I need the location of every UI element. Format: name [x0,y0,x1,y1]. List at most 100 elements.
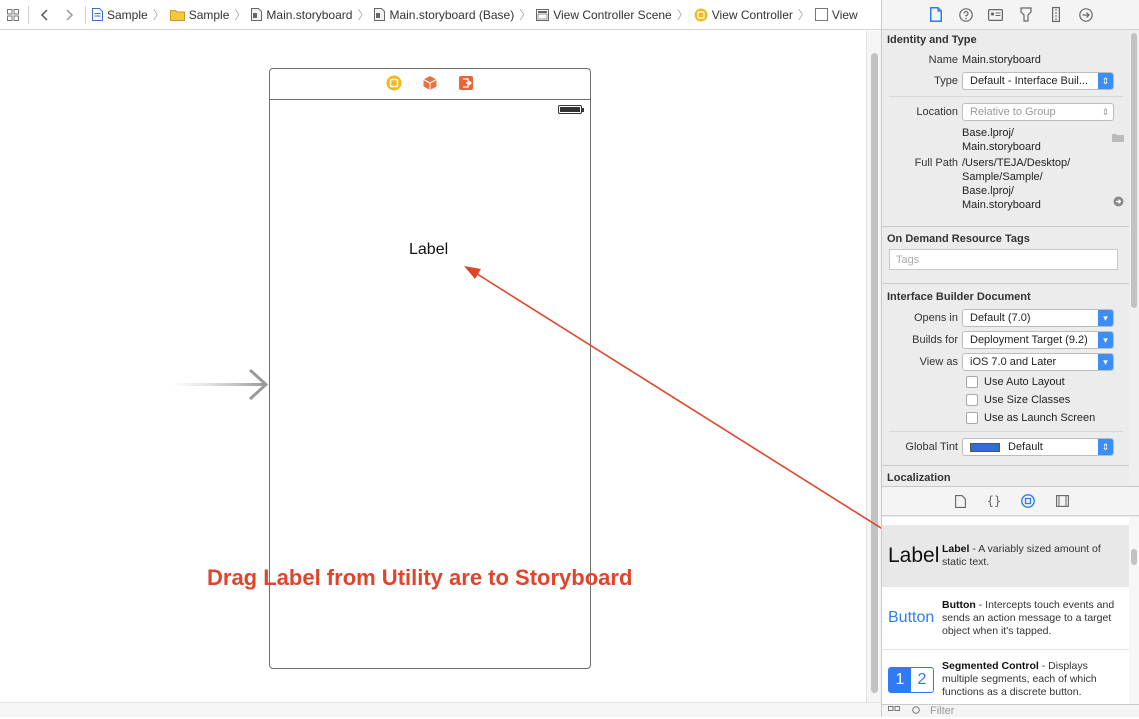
scene-icon [536,8,550,21]
canvas-vertical-scrollbar[interactable] [866,31,881,702]
object-library-list: Label Label - A variably sized amount of… [882,517,1130,704]
library-item-label[interactable]: Label Label - A variably sized amount of… [882,525,1130,587]
field-label: Type [934,75,958,87]
reveal-in-finder-icon[interactable] [1113,196,1124,210]
section-title: Localization [887,472,951,484]
crumb-separator-icon: 〉 [152,8,165,22]
crumb-view[interactable]: View [814,7,858,22]
crumb-label: View [831,7,858,22]
search-icon [912,706,922,719]
crumb-project[interactable]: Sample [92,8,148,22]
name-value[interactable]: Main.storyboard [962,53,1130,67]
divider [85,5,86,24]
utilities-pane: Identity and Type Name Main.storyboard T… [881,0,1139,717]
forward-icon[interactable] [61,6,79,24]
inspector-tabs [882,0,1139,30]
launch-screen-checkbox[interactable]: Use as Launch Screen [882,409,1130,427]
library-item-name: Label [942,542,970,555]
scrollbar-thumb[interactable] [871,53,878,693]
chevron-down-icon: ▾ [1098,310,1113,326]
jump-bar: Sample 〉 Sample 〉 Main.storyboard 〉 Main… [0,0,881,30]
checkbox-box[interactable] [966,412,978,424]
location-path-row: Base.lproj/ Main.storyboard [882,123,1130,154]
scene-label[interactable]: Label [409,241,448,259]
inspector-scrollbar[interactable] [1129,30,1139,485]
name-row: Name Main.storyboard [882,50,1130,70]
library-item-name: Segmented Control [942,660,1039,672]
grid-view-icon[interactable] [888,706,900,719]
filter-input[interactable]: Filter [930,705,954,717]
segment-1: 1 [889,667,911,692]
library-item-button[interactable]: Button Button - Intercepts touch events … [882,587,1130,650]
chevron-down-icon: ▾ [1098,332,1113,348]
location-popup[interactable]: Relative to Group ⇕ [962,103,1114,121]
crumb-folder[interactable]: Sample [169,8,229,22]
chevron-updown-icon: ⇕ [1101,107,1110,117]
crumb-label: View Controller Scene [553,7,672,22]
initial-view-controller-arrow-icon[interactable] [170,368,270,402]
exit-icon[interactable] [458,75,474,94]
divider [28,5,29,24]
opens-in-popup[interactable]: Default (7.0) ▾ [962,309,1114,327]
auto-layout-checkbox[interactable]: Use Auto Layout [882,373,1130,391]
checkbox-box[interactable] [966,376,978,388]
crumb-view-controller[interactable]: View Controller [694,8,793,22]
folder-icon[interactable] [1112,133,1124,145]
identity-inspector-icon[interactable] [987,6,1005,24]
library-item-segmented-control[interactable]: 1 2 Segmented Control - Displays multipl… [882,650,1130,704]
code-snippet-library-icon[interactable]: {} [985,492,1003,510]
fullpath-row: Full Path /Users/TEJA/Desktop/ Sample/Sa… [882,154,1130,212]
file-template-library-icon[interactable] [951,492,969,510]
storyboard-file-icon [251,8,263,21]
folder-icon [169,9,185,21]
crumb-storyboard-base[interactable]: Main.storyboard (Base) [374,8,514,22]
scrollbar-thumb[interactable] [1131,33,1137,308]
back-icon[interactable] [35,6,53,24]
checkbox-box[interactable] [966,394,978,406]
global-tint-popup[interactable]: Default ⇕ [962,438,1114,456]
chevron-down-icon: ▾ [1098,354,1113,370]
view-as-popup[interactable]: iOS 7.0 and Later ▾ [962,353,1114,371]
object-library-icon[interactable] [1019,492,1037,510]
builds-for-row: Builds for Deployment Target (9.2) ▾ [882,329,1130,351]
checkbox-label: Use Size Classes [984,394,1071,406]
crumb-label: Main.storyboard (Base) [389,7,515,22]
type-row: Type Default - Interface Buil... ⇕ [882,70,1130,92]
media-library-icon[interactable] [1053,492,1071,510]
canvas-horizontal-scrollbar[interactable] [0,702,881,717]
size-classes-checkbox[interactable]: Use Size Classes [882,391,1130,409]
field-label: Location [916,106,958,118]
chevron-updown-icon: ⇕ [1098,73,1113,89]
quick-help-icon[interactable] [957,6,975,24]
type-popup[interactable]: Default - Interface Buil... ⇕ [962,72,1114,90]
view-controller-icon[interactable] [386,75,402,94]
opens-in-row: Opens in Default (7.0) ▾ [882,307,1130,329]
location-row: Location Relative to Group ⇕ [882,101,1130,123]
crumb-storyboard[interactable]: Main.storyboard [251,8,352,22]
chevron-updown-icon: ⇕ [1098,439,1113,455]
size-inspector-icon[interactable] [1047,6,1065,24]
section-title: Interface Builder Document [887,291,1031,303]
checkbox-label: Use as Launch Screen [984,412,1096,424]
file-inspector-icon[interactable] [927,6,945,24]
attributes-inspector-icon[interactable] [1017,6,1035,24]
view-controller-icon [694,8,708,22]
connections-inspector-icon[interactable] [1077,6,1095,24]
related-items-icon[interactable] [4,6,22,24]
library-item-name: Button [942,598,976,611]
field-label: Builds for [912,334,958,346]
crumb-scene[interactable]: View Controller Scene [536,8,672,22]
library-scrollbar[interactable] [1129,517,1139,704]
file-inspector: Identity and Type Name Main.storyboard T… [882,30,1130,485]
tags-field[interactable]: Tags [889,249,1118,270]
crumb-label: Main.storyboard [266,7,353,22]
popup-value: Default [1008,441,1043,453]
annotation-text: Drag Label from Utility are to Storyboar… [207,565,633,590]
scrollbar-thumb[interactable] [1131,549,1137,565]
first-responder-icon[interactable] [422,75,438,94]
global-tint-row: Global Tint Default ⇕ [882,436,1130,458]
field-label: View as [919,356,958,368]
builds-for-popup[interactable]: Deployment Target (9.2) ▾ [962,331,1114,349]
section-title: Identity and Type [887,34,977,46]
library-item-description: Label - A variably sized amount of stati… [940,543,1124,569]
